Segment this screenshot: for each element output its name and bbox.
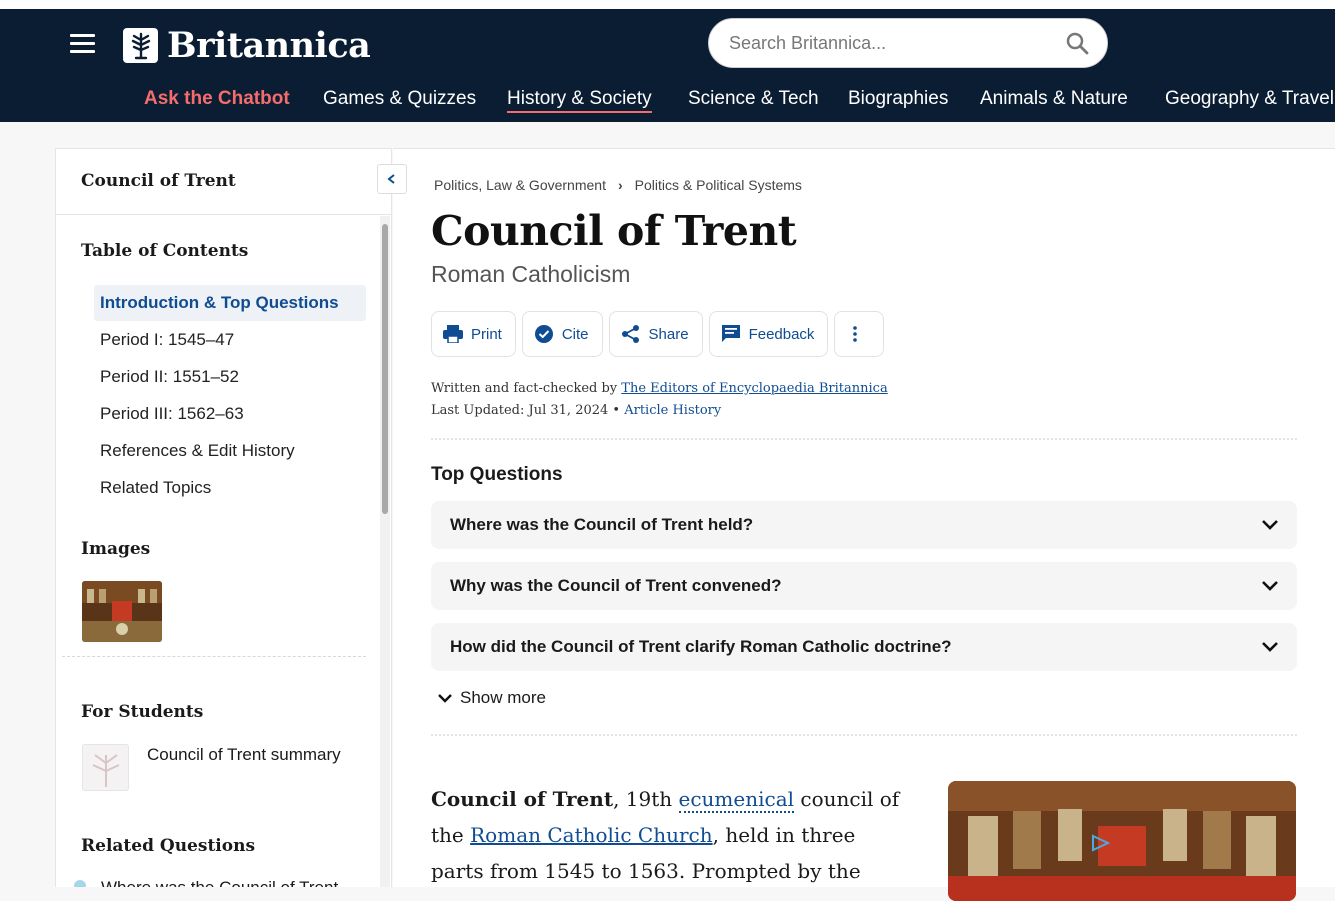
nav-item-animals-nature[interactable]: Animals & Nature — [980, 88, 1128, 110]
toc-item-introduction[interactable]: Introduction & Top Questions — [94, 285, 366, 321]
roman-catholic-church-link[interactable]: Roman Catholic Church — [470, 823, 712, 847]
share-button[interactable]: Share — [608, 311, 703, 357]
question-text: Where was the Council of Trent held? — [450, 515, 754, 534]
toc-item-period-1[interactable]: Period I: 1545–47 — [94, 322, 366, 358]
article: Politics, Law & Government › Politics & … — [393, 148, 1335, 901]
related-questions-heading: Related Questions — [81, 836, 256, 856]
search-input[interactable] — [729, 32, 1065, 54]
nav-item-ask-the-chatbot[interactable]: Ask the Chatbot — [144, 88, 290, 110]
council-painting-image[interactable] — [948, 781, 1296, 901]
search-box[interactable] — [708, 18, 1108, 68]
thistle-icon — [123, 28, 158, 63]
cite-label: Cite — [561, 325, 589, 343]
page-subtitle: Roman Catholicism — [431, 261, 631, 287]
students-heading: For Students — [81, 702, 204, 722]
chevron-down-icon — [1262, 581, 1278, 591]
print-button[interactable]: Print — [431, 311, 516, 357]
chevron-right-icon: › — [617, 177, 623, 193]
article-history-link[interactable]: Article History — [624, 403, 721, 418]
author-link[interactable]: The Editors of Encyclopaedia Britannica — [621, 381, 887, 396]
article-body: Council of Trent, 19th ecumenical counci… — [431, 781, 911, 889]
byline-prefix: Written and fact-checked by — [431, 381, 618, 396]
summary-thumbnail[interactable] — [82, 744, 129, 791]
printer-icon — [443, 325, 463, 343]
toc-heading: Table of Contents — [81, 241, 249, 261]
chevron-down-icon — [1262, 642, 1278, 652]
page-title: Council of Trent — [431, 207, 797, 255]
nav-item-history-society[interactable]: History & Society — [507, 88, 652, 113]
nav-item-science-tech[interactable]: Science & Tech — [688, 88, 819, 110]
share-label: Share — [648, 325, 689, 343]
toc-item-references[interactable]: References & Edit History — [94, 433, 366, 469]
divider — [431, 734, 1297, 736]
byline: Written and fact-checked by The Editors … — [431, 378, 888, 422]
main-nav: Ask the Chatbot Games & Quizzes History & … — [0, 88, 1335, 122]
chevron-left-icon — [387, 174, 395, 184]
print-label: Print — [471, 325, 502, 343]
toc-item-period-3[interactable]: Period III: 1562–63 — [94, 396, 366, 432]
chevron-down-icon — [438, 693, 452, 703]
chevron-down-icon — [1262, 520, 1278, 530]
feedback-icon — [721, 325, 740, 342]
britannica-logo[interactable]: Britannica — [123, 25, 371, 66]
sidebar: Council of Trent Table of Contents Intro… — [55, 148, 392, 887]
toc-item-period-2[interactable]: Period II: 1551–52 — [94, 359, 366, 395]
student-summary-link[interactable]: Council of Trent summary — [147, 745, 341, 765]
council-thumbnail[interactable] — [82, 581, 162, 642]
scrollbar-thumb[interactable] — [382, 224, 388, 514]
more-options-button[interactable] — [834, 311, 885, 357]
breadcrumb-item[interactable]: Politics & Political Systems — [635, 177, 802, 193]
feedback-button[interactable]: Feedback — [708, 311, 829, 357]
sidebar-scrollbar[interactable] — [380, 216, 390, 887]
show-more-button[interactable]: Show more — [437, 688, 546, 708]
share-icon — [621, 325, 639, 343]
lead-term: Council of Trent — [431, 787, 614, 811]
sidebar-divider — [62, 656, 366, 657]
site-header: Britannica Ask the Chatbot Games & Quizze… — [0, 9, 1335, 122]
question-accordion[interactable]: How did the Council of Trent clarify Rom… — [431, 623, 1297, 671]
question-accordion[interactable]: Why was the Council of Trent convened? — [431, 562, 1297, 610]
more-vertical-icon — [853, 326, 858, 342]
nav-item-geography-travel[interactable]: Geography & Travel — [1165, 88, 1334, 110]
top-strip — [0, 0, 1335, 9]
nav-item-games-quizzes[interactable]: Games & Quizzes — [323, 88, 476, 110]
cite-button[interactable]: Cite — [521, 311, 603, 357]
toc-item-related-topics[interactable]: Related Topics — [94, 470, 366, 506]
top-questions-heading: Top Questions — [431, 464, 563, 485]
body-text: , 19th — [613, 787, 679, 811]
article-toolbar: Print Cite Share Feedback — [431, 311, 885, 357]
question-text: Why was the Council of Trent convened? — [450, 576, 782, 595]
divider — [431, 438, 1297, 440]
menu-icon[interactable] — [70, 34, 95, 54]
related-question-item[interactable]: Where was the Council of Trent... — [101, 878, 352, 887]
question-accordion[interactable]: Where was the Council of Trent held? — [431, 501, 1297, 549]
breadcrumb-item[interactable]: Politics, Law & Government — [434, 177, 606, 193]
show-more-label: Show more — [460, 688, 546, 707]
question-text: How did the Council of Trent clarify Rom… — [450, 637, 952, 656]
sidebar-title: Council of Trent — [56, 149, 391, 215]
collapse-sidebar-button[interactable] — [377, 164, 407, 194]
images-heading: Images — [81, 539, 151, 559]
last-updated: Last Updated: Jul 31, 2024 • — [431, 403, 621, 418]
nav-item-biographies[interactable]: Biographies — [848, 88, 948, 110]
verified-badge-icon — [534, 325, 553, 343]
brand-name: Britannica — [167, 25, 371, 66]
search-icon[interactable] — [1065, 31, 1089, 55]
bullet-icon — [74, 880, 86, 887]
feedback-label: Feedback — [748, 325, 815, 343]
ecumenical-link[interactable]: ecumenical — [678, 787, 795, 813]
breadcrumb: Politics, Law & Government › Politics & … — [434, 177, 802, 193]
